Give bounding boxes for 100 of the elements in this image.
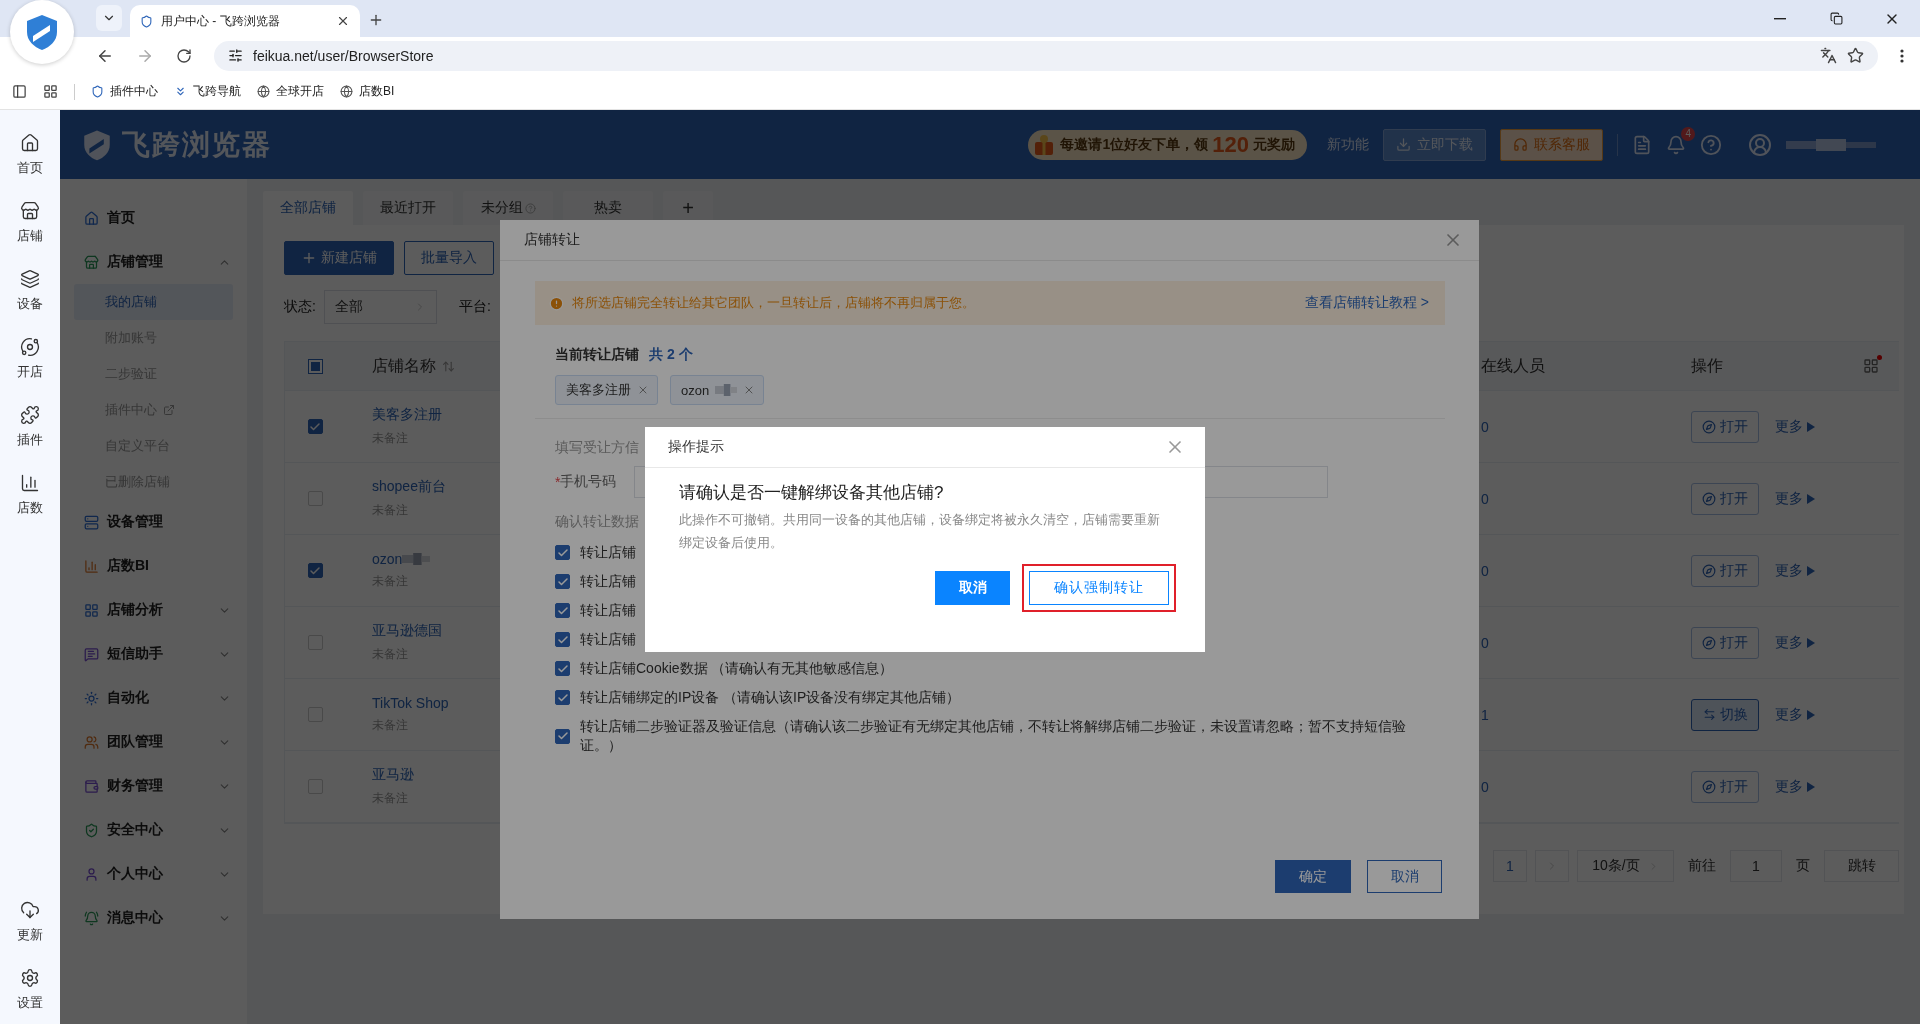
caret-right-icon [1807, 421, 1815, 432]
apps-button[interactable] [43, 84, 58, 99]
sidebar-item[interactable]: 店铺管理 [60, 240, 247, 284]
avatar-icon[interactable] [1748, 132, 1772, 157]
users-icon [84, 734, 99, 750]
page-size-select[interactable]: 10条/页 [1577, 850, 1674, 882]
bookmark-link[interactable]: 插件中心 [91, 83, 158, 100]
sidebar-item[interactable]: 财务管理 [60, 764, 247, 808]
sidebar-item[interactable]: 个人中心 [60, 852, 247, 896]
rail-nav-item[interactable]: 插件 [0, 393, 60, 461]
option-checkbox[interactable] [555, 632, 570, 647]
rail-nav-item[interactable]: 店铺 [0, 189, 60, 257]
open-button[interactable]: 打开 [1691, 482, 1759, 515]
confirm-button[interactable]: 确定 [1275, 860, 1351, 893]
store-tab[interactable]: 全部店铺 [263, 191, 353, 225]
sidebar-item[interactable]: 消息中心 [60, 896, 247, 940]
bookmark-link[interactable]: 全球开店 [257, 83, 324, 100]
option-checkbox[interactable] [555, 690, 570, 705]
bookmark-link[interactable]: 店数BI [340, 83, 395, 100]
switch-button[interactable]: 切换 [1691, 698, 1759, 731]
sort-icon[interactable] [442, 359, 455, 373]
sidebar-subitem[interactable]: 我的店铺 [74, 284, 233, 320]
sidebar-item[interactable]: 短信助手 [60, 632, 247, 676]
open-button[interactable]: 打开 [1691, 554, 1759, 587]
page-input[interactable]: 1 [1730, 850, 1782, 882]
select-all-checkbox[interactable] [307, 358, 323, 374]
option-checkbox[interactable] [555, 661, 570, 676]
document-icon[interactable] [1632, 134, 1652, 155]
store-name-link[interactable]: 亚马逊德国 [372, 622, 442, 640]
rail-nav-item[interactable]: 店数 [0, 461, 60, 529]
remove-tag-icon[interactable] [637, 384, 649, 396]
minimize-icon [1774, 17, 1786, 20]
sidebar-item[interactable]: 设备管理 [60, 500, 247, 544]
store-name-link[interactable]: shopee前台 [372, 478, 446, 496]
more-link[interactable]: 更多 [1775, 777, 1815, 796]
sidebar-item[interactable]: 自动化 [60, 676, 247, 720]
sidebar-item[interactable]: 店数BI [60, 544, 247, 588]
goto-label: 前往 [1687, 857, 1717, 875]
more-link[interactable]: 更多 [1775, 561, 1815, 580]
cancel-button[interactable]: 取消 [935, 571, 1010, 605]
notification-bell-icon[interactable] [1666, 134, 1686, 155]
dialog-title: 店铺转让 [524, 231, 580, 249]
check-icon [309, 564, 321, 577]
close-tab-button[interactable] [336, 14, 350, 28]
jump-button[interactable]: 跳转 [1824, 850, 1899, 882]
warning-icon [549, 295, 564, 311]
brand-name: 飞跨浏览器 [122, 127, 272, 162]
side-panel-button[interactable] [12, 84, 27, 99]
address-bar[interactable]: feikua.net/user/BrowserStore [214, 40, 1878, 71]
translate-button[interactable] [1820, 47, 1837, 64]
sidebar-item[interactable]: 店铺分析 [60, 588, 247, 632]
open-button[interactable]: 打开 [1691, 626, 1759, 659]
more-link[interactable]: 更多 [1775, 489, 1815, 508]
support-button[interactable]: 联系客服 [1500, 128, 1603, 161]
row-checkbox[interactable] [307, 563, 323, 578]
star-icon [1847, 47, 1864, 64]
store-name-link[interactable]: TikTok Shop [372, 695, 449, 711]
tutorial-link[interactable]: 查看店铺转让教程 > [1304, 294, 1429, 312]
option-checkbox[interactable] [555, 603, 570, 618]
browser-menu-button[interactable] [1900, 48, 1904, 63]
store-name-link[interactable]: ozon [372, 551, 403, 567]
import-button[interactable]: 批量导入 [404, 241, 494, 275]
app-logo[interactable] [10, 0, 74, 64]
option-checkbox[interactable] [555, 728, 570, 744]
sidebar-item[interactable]: 安全中心 [60, 808, 247, 852]
required-mark: * [555, 474, 561, 490]
browser-tab[interactable]: 用户中心 - 飞跨浏览器 [130, 5, 360, 37]
option-checkbox[interactable] [555, 545, 570, 560]
force-transfer-button[interactable]: 确认强制转让 [1029, 571, 1169, 605]
rail-nav-item[interactable]: 开店 [0, 325, 60, 393]
help-icon[interactable] [1700, 133, 1722, 156]
new-tab-button[interactable] [368, 12, 384, 28]
rail-nav-item[interactable]: 首页 [0, 121, 60, 189]
more-link[interactable]: 更多 [1775, 705, 1815, 724]
column-settings-icon[interactable] [1863, 358, 1879, 374]
cancel-button[interactable]: 取消 [1367, 860, 1442, 893]
new-store-button[interactable]: 新建店铺 [284, 241, 394, 275]
row-checkbox[interactable] [307, 419, 323, 434]
sidebar-item[interactable]: 首页 [60, 196, 247, 240]
site-info-icon [228, 48, 243, 63]
more-link[interactable]: 更多 [1775, 417, 1815, 436]
online-count: 0 [1481, 490, 1490, 507]
tab-list-button[interactable] [96, 5, 122, 31]
bookmark-star-button[interactable] [1847, 47, 1864, 64]
open-button[interactable]: 打开 [1691, 410, 1759, 443]
page-number-button[interactable]: 1 [1493, 850, 1527, 882]
status-select[interactable]: 全部 [323, 290, 437, 324]
translate-icon [1820, 47, 1837, 64]
reload-button[interactable] [176, 47, 192, 64]
rail-nav-item[interactable]: 设置 [0, 956, 60, 1024]
option-checkbox[interactable] [555, 574, 570, 589]
rail-nav-item[interactable]: 设备 [0, 257, 60, 325]
bookmark-link[interactable]: 飞跨导航 [174, 83, 241, 100]
compass-icon [1702, 491, 1716, 506]
sidebar-item[interactable]: 团队管理 [60, 720, 247, 764]
rail-nav-item[interactable]: 更新 [0, 888, 60, 956]
more-link[interactable]: 更多 [1775, 633, 1815, 652]
store-name-link[interactable]: 美客多注册 [372, 406, 442, 424]
open-button[interactable]: 打开 [1691, 770, 1759, 803]
store-name-link[interactable]: 亚马逊 [372, 766, 414, 784]
